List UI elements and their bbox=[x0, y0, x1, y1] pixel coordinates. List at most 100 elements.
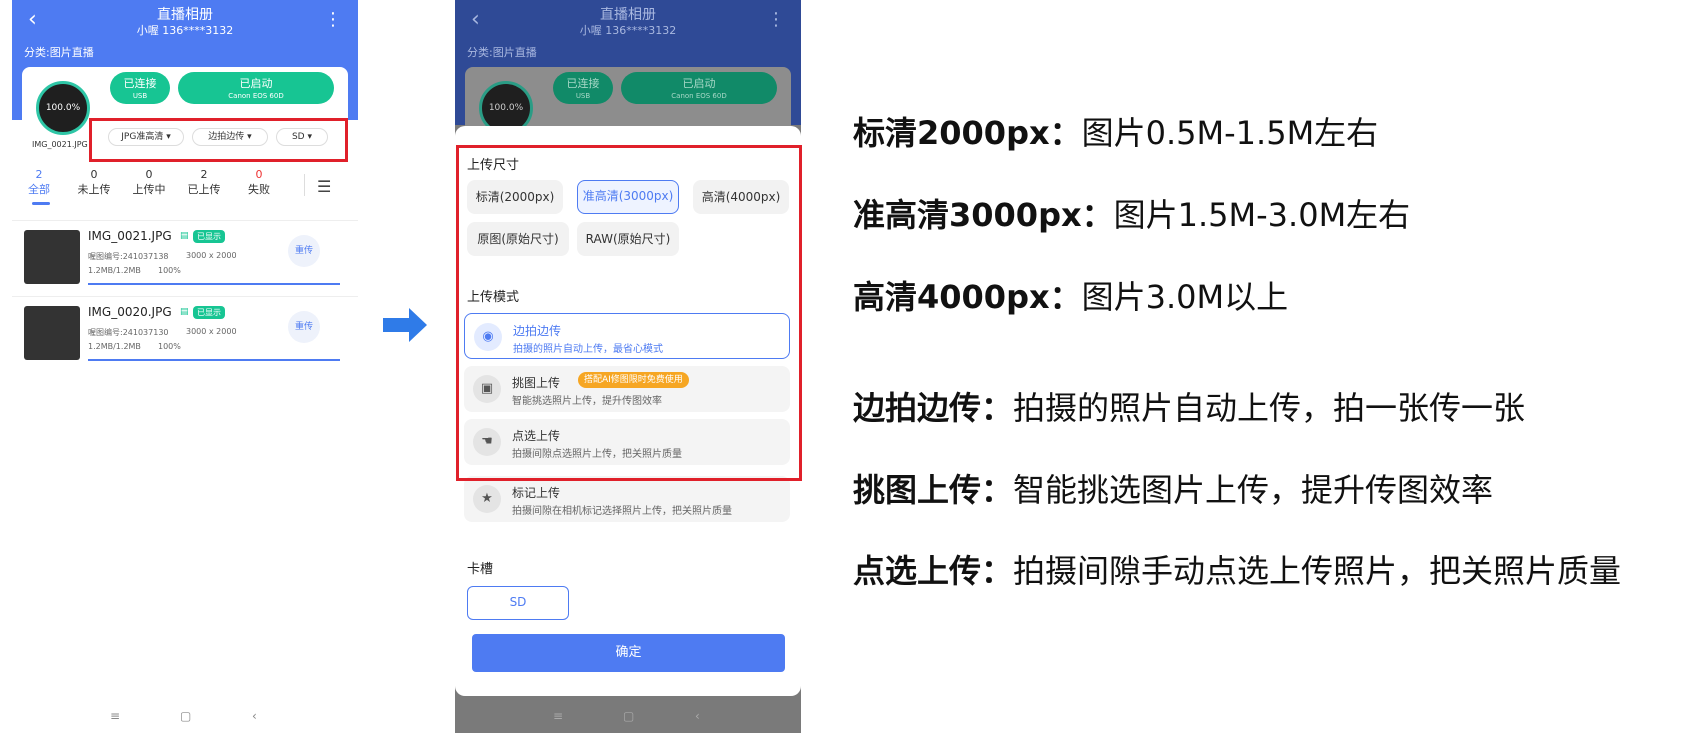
mode-option-mark-upload[interactable]: ★ 标记上传 拍摄间隙在相机标记选择照片上传，把关照片质量 bbox=[464, 476, 790, 522]
photo-thumbnail bbox=[24, 306, 80, 360]
note-text: 拍摄的照片自动上传，拍一张传一张 bbox=[1013, 389, 1526, 427]
mode-title: 标记上传 bbox=[512, 486, 561, 500]
note-term: 标清2000px： bbox=[853, 114, 1082, 152]
divider bbox=[304, 174, 305, 196]
note-text: 拍摄间隙手动点选上传照片，把关照片质量 bbox=[1013, 552, 1622, 590]
photo-id: 喔图编号:241037130 bbox=[88, 328, 169, 337]
photo-resolution: 3000 x 2000 bbox=[186, 251, 237, 260]
file-name: IMG_0020.JPG bbox=[88, 305, 172, 319]
tab-uploaded[interactable]: 2 已上传 bbox=[179, 168, 229, 197]
list-view-icon[interactable]: ☰ bbox=[317, 177, 331, 196]
reupload-button[interactable]: 重传 bbox=[288, 235, 320, 267]
tab-label: 已上传 bbox=[187, 183, 221, 196]
confirm-button[interactable]: 确定 bbox=[472, 634, 785, 672]
photo-id: 喔图编号:241037138 bbox=[88, 252, 169, 261]
status-tabs: 2 全部 0 未上传 0 上传中 2 已上传 0 失败 ☰ bbox=[12, 168, 358, 212]
reupload-button[interactable]: 重传 bbox=[288, 311, 320, 343]
list-item[interactable]: IMG_0021.JPG ▤ 已显示 喔图编号:241037138 3000 x… bbox=[12, 220, 358, 292]
page-title: 直播相册 bbox=[157, 7, 213, 23]
connection-status-pill: 已连接 USB bbox=[553, 72, 613, 104]
current-file-label: IMG_0021.JPG bbox=[32, 140, 88, 149]
back-nav-icon[interactable]: ‹ bbox=[252, 709, 257, 723]
more-vertical-icon: ⋮ bbox=[767, 9, 785, 30]
menu-icon[interactable]: ≡ bbox=[110, 709, 120, 723]
tab-uploading[interactable]: 0 上传中 bbox=[124, 168, 174, 197]
arrow-right-icon bbox=[383, 308, 427, 342]
tab-count: 2 bbox=[35, 168, 43, 181]
category-label: 分类:图片直播 bbox=[467, 46, 537, 59]
phone-screen-album: ‹ 直播相册 小喔 136****3132 ⋮ 分类:图片直播 100.0% I… bbox=[12, 0, 358, 733]
note-sd: 标清2000px：图片0.5M-1.5M左右 bbox=[853, 108, 1378, 154]
note-text: 图片1.5M-3.0M左右 bbox=[1113, 196, 1411, 234]
note-text: 图片3.0M以上 bbox=[1081, 278, 1289, 316]
home-square-icon[interactable]: ▢ bbox=[180, 709, 191, 723]
slot-section-title: 卡槽 bbox=[467, 562, 494, 577]
photo-size: 1.2MB/1.2MB bbox=[88, 342, 141, 351]
note-term: 高清4000px： bbox=[853, 278, 1082, 316]
page-title: 直播相册 bbox=[600, 7, 656, 23]
photo-percent: 100% bbox=[158, 342, 181, 351]
mode-description: 拍摄间隙在相机标记选择照片上传，把关照片质量 bbox=[512, 506, 732, 517]
star-icon: ★ bbox=[473, 485, 501, 513]
tab-failed[interactable]: 0 失败 bbox=[234, 168, 284, 197]
connection-status-label: 已连接 bbox=[123, 77, 157, 90]
note-pick-upload: 挑图上传：智能挑选图片上传，提升传图效率 bbox=[853, 465, 1493, 511]
note-term: 点选上传： bbox=[853, 552, 1014, 590]
connection-type-label: USB bbox=[575, 92, 591, 100]
account-label: 小喔 136****3132 bbox=[136, 24, 234, 37]
highlight-box bbox=[456, 145, 802, 481]
camera-status-label: 已启动 bbox=[682, 77, 716, 90]
tab-all[interactable]: 2 全部 bbox=[14, 168, 64, 197]
active-tab-indicator bbox=[32, 202, 50, 205]
sd-card-icon: ▤ bbox=[180, 231, 189, 241]
menu-icon: ≡ bbox=[553, 709, 564, 723]
photo-resolution: 3000 x 2000 bbox=[186, 327, 237, 336]
list-item[interactable]: IMG_0020.JPG ▤ 已显示 喔图编号:241037130 3000 x… bbox=[12, 296, 358, 368]
highlight-box bbox=[89, 118, 348, 162]
note-text: 图片0.5M-1.5M左右 bbox=[1081, 114, 1379, 152]
back-nav-icon: ‹ bbox=[695, 709, 700, 723]
photo-thumbnail bbox=[24, 230, 80, 284]
tab-label: 未上传 bbox=[77, 183, 111, 196]
system-nav-bar: ≡ ▢ ‹ bbox=[455, 705, 801, 733]
tab-count: 2 bbox=[200, 168, 208, 181]
connection-status-pill[interactable]: 已连接 USB bbox=[110, 72, 170, 104]
photo-size: 1.2MB/1.2MB bbox=[88, 266, 141, 275]
note-select-upload: 点选上传：拍摄间隙手动点选上传照片，把关照片质量 bbox=[853, 546, 1621, 592]
note-text: 智能挑选图片上传，提升传图效率 bbox=[1013, 471, 1494, 509]
photo-percent: 100% bbox=[158, 266, 181, 275]
sd-card-icon: ▤ bbox=[180, 307, 189, 317]
note-shoot-upload: 边拍边传：拍摄的照片自动上传，拍一张传一张 bbox=[853, 383, 1525, 429]
tab-count: 0 bbox=[145, 168, 153, 181]
upload-progress-ring: 100.0% bbox=[36, 81, 90, 135]
slot-option-sd[interactable]: SD bbox=[467, 586, 569, 620]
connection-type-label: USB bbox=[132, 92, 148, 100]
camera-model-label: Canon EOS 60D bbox=[228, 92, 284, 100]
account-label: 小喔 136****3132 bbox=[579, 24, 677, 37]
note-hd: 高清4000px：图片3.0M以上 bbox=[853, 272, 1288, 318]
upload-progress-bar bbox=[88, 359, 340, 361]
note-term: 挑图上传： bbox=[853, 471, 1014, 509]
camera-status-pill[interactable]: 已启动 Canon EOS 60D bbox=[178, 72, 334, 104]
note-near-hd: 准高清3000px：图片1.5M-3.0M左右 bbox=[853, 190, 1410, 236]
tab-label: 失败 bbox=[248, 183, 270, 196]
tab-count: 0 bbox=[255, 168, 263, 181]
home-square-icon: ▢ bbox=[623, 709, 635, 723]
displayed-badge: 已显示 bbox=[193, 306, 225, 319]
note-term: 准高清3000px： bbox=[853, 196, 1114, 234]
camera-status-pill: 已启动 Canon EOS 60D bbox=[621, 72, 777, 104]
category-label: 分类:图片直播 bbox=[24, 46, 94, 59]
tab-label: 全部 bbox=[28, 183, 50, 196]
tab-label: 上传中 bbox=[132, 183, 166, 196]
displayed-badge: 已显示 bbox=[193, 230, 225, 243]
camera-status-label: 已启动 bbox=[239, 77, 273, 90]
file-name: IMG_0021.JPG bbox=[88, 229, 172, 243]
connection-status-label: 已连接 bbox=[566, 77, 600, 90]
camera-model-label: Canon EOS 60D bbox=[671, 92, 727, 100]
more-vertical-icon[interactable]: ⋮ bbox=[324, 8, 342, 32]
tab-count: 0 bbox=[90, 168, 98, 181]
upload-progress-bar bbox=[88, 283, 340, 285]
system-nav-bar: ≡ ▢ ‹ bbox=[12, 705, 358, 733]
tab-not-uploaded[interactable]: 0 未上传 bbox=[69, 168, 119, 197]
note-term: 边拍边传： bbox=[853, 389, 1014, 427]
